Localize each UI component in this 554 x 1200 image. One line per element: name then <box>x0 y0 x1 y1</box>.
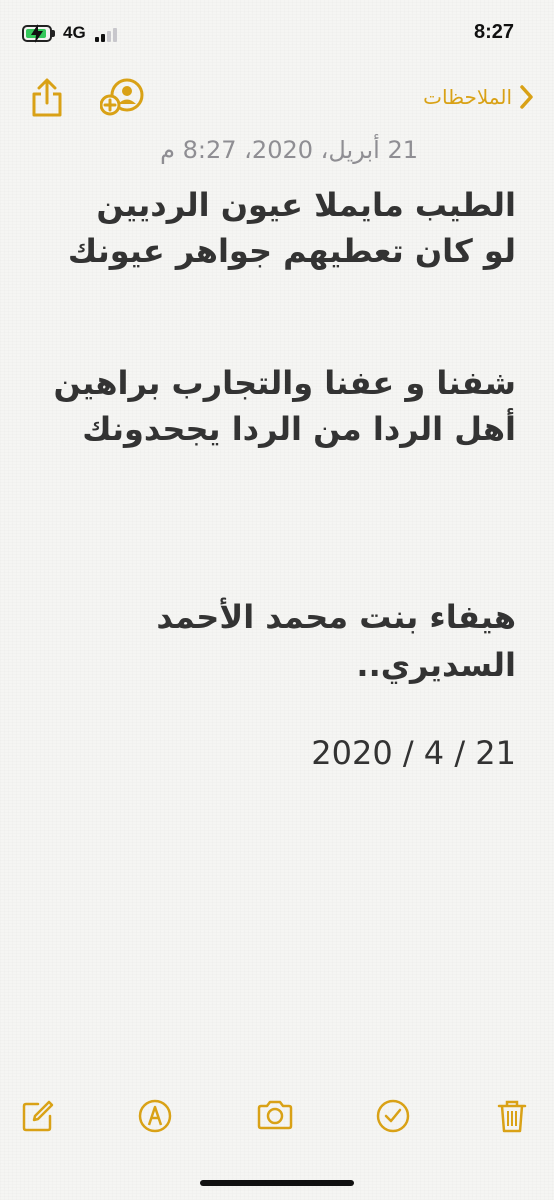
home-indicator[interactable] <box>200 1180 354 1186</box>
battery-nub <box>52 30 55 37</box>
share-icon[interactable] <box>30 78 64 118</box>
add-person-icon[interactable] <box>100 78 146 116</box>
checklist-icon[interactable] <box>375 1098 411 1134</box>
chevron-back-icon <box>520 85 533 109</box>
network-type: 4G <box>63 23 86 42</box>
trash-icon[interactable] <box>494 1098 530 1134</box>
compose-icon[interactable] <box>20 1098 56 1134</box>
signal-strength-icon <box>95 28 125 42</box>
status-time: 8:27 <box>473 21 514 43</box>
note-line: هيفاء بنت محمد الأحمد <box>156 598 516 636</box>
note-line: أهل الردا من الردا يجحدونك <box>82 410 516 448</box>
charging-bolt-icon <box>31 24 43 43</box>
note-line: لو كان تعطيهم جواهر عيونك <box>67 232 516 270</box>
note-line: السديري.. <box>356 646 516 684</box>
markup-icon[interactable] <box>137 1098 173 1134</box>
signal-bar <box>107 31 111 42</box>
signal-bar <box>113 28 117 42</box>
back-to-notes-button[interactable]: الملاحظات <box>423 80 534 114</box>
note-line: الطيب مايملا عيون الرديين <box>96 186 516 224</box>
signal-bar <box>95 37 99 42</box>
back-label: الملاحظات <box>423 85 512 109</box>
signal-bar <box>101 34 105 42</box>
status-bar: 4G 8:27 <box>0 0 554 66</box>
note-date-line: 2020 / 4 / 21 <box>311 734 516 772</box>
note-line: شفنا و عفنا والتجارب براهين <box>53 364 516 402</box>
note-date: 21 أبريل، 2020، 8:27 م <box>160 136 418 164</box>
camera-icon[interactable] <box>255 1097 295 1133</box>
